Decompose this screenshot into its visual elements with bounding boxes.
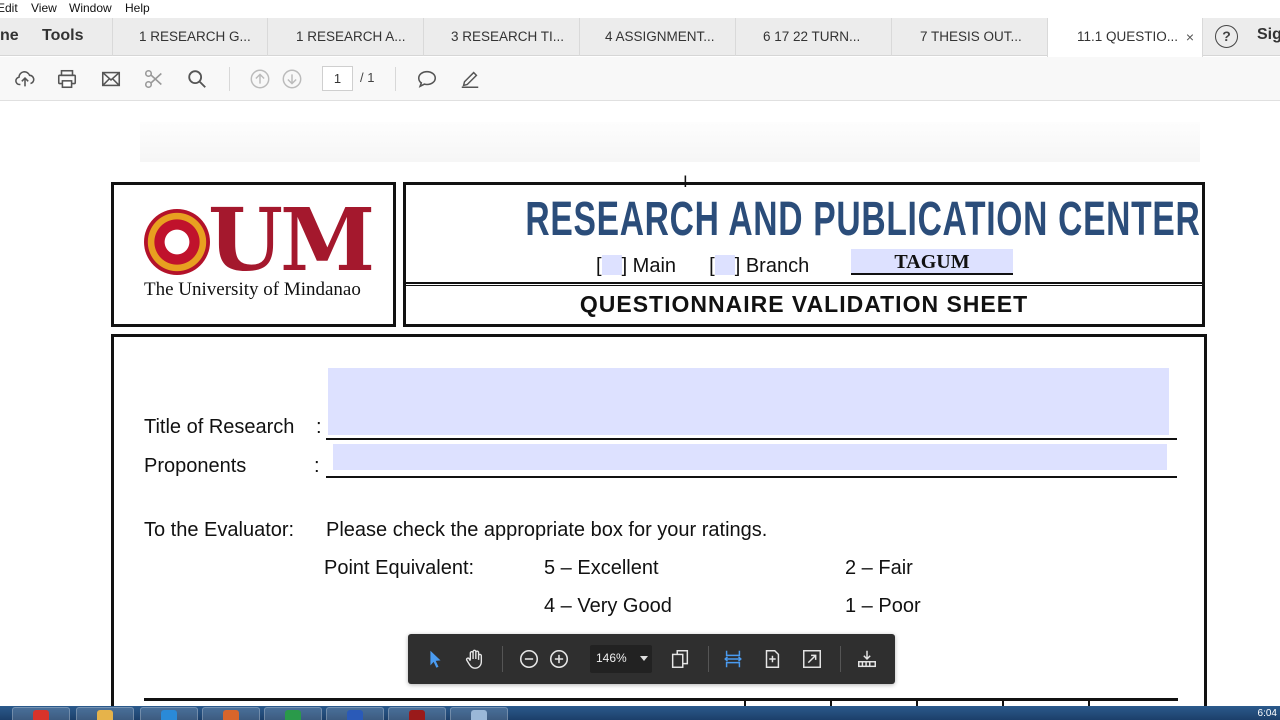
upload-icon[interactable] [12,66,38,92]
sheet-title: QUESTIONNAIRE VALIDATION SHEET [579,291,1029,317]
nav-tools[interactable]: Tools [42,27,83,45]
comment-icon[interactable] [414,66,440,92]
mail-icon[interactable] [98,66,124,92]
page-down-icon[interactable] [279,66,305,92]
zoom-out-icon[interactable] [516,646,542,672]
powerpoint-taskbar-icon[interactable] [202,707,260,720]
point-equivalent-label: Point Equivalent: [324,557,475,579]
app-taskbar-icon[interactable] [450,707,508,720]
zoom-in-icon[interactable] [546,646,572,672]
tab-document[interactable]: 6 17 22 TURN... [735,18,891,56]
proponents-field[interactable] [333,444,1167,470]
windows-taskbar: 6:04 [0,706,1280,720]
tab-label: 6 17 22 TURN... [763,29,861,44]
menu-window[interactable]: Window [69,1,112,15]
word-taskbar-icon[interactable] [326,707,384,720]
fit-width-icon[interactable] [720,646,746,672]
explorer-taskbar-icon[interactable] [76,707,134,720]
tab-document[interactable]: 1 RESEARCH A... [267,18,423,56]
campus-row: [] Main [] Branch [596,255,809,278]
tab-document[interactable]: 4 ASSIGNMENT... [579,18,735,56]
hand-icon[interactable] [461,646,487,672]
title-of-research-label: Title of Research [144,416,295,438]
title-underline [326,438,1177,440]
university-name: The University of Mindanao [144,279,361,300]
toolbar-divider [708,646,709,672]
tab-label: 1 RESEARCH G... [139,29,251,44]
tab-label: 7 THESIS OUT... [920,29,1022,44]
header-divider [406,282,1202,286]
center-title: RESEARCH AND PUBLICATION CENTER [525,193,1201,246]
help-icon[interactable]: ? [1215,25,1238,48]
tab-label: 11.1 QUESTIO... [1077,29,1179,44]
tab-label: 1 RESEARCH A... [296,29,406,44]
menu-view[interactable]: View [31,1,57,15]
tab-document[interactable]: 7 THESIS OUT... [891,18,1047,56]
nav-home[interactable]: ne [0,27,19,45]
rating-poor: 1 – Poor [845,595,921,617]
close-icon[interactable]: × [1186,18,1194,56]
tab-label: 3 RESEARCH TI... [451,29,565,44]
scissors-icon[interactable] [141,66,167,92]
tab-bar: ne Tools 1 RESEARCH G... 1 RESEARCH A...… [0,18,1280,57]
sign-in-link[interactable]: Sig [1257,26,1280,44]
tab-label: 4 ASSIGNMENT... [605,29,715,44]
rotate-pages-icon[interactable] [667,646,693,672]
chevron-down-icon [640,656,648,661]
evaluator-instruction: Please check the appropriate box for you… [326,519,768,541]
fullscreen-icon[interactable] [799,646,825,672]
ratings-table-top [144,698,1178,706]
branch-checkbox[interactable] [714,255,735,275]
proponents-underline [326,476,1177,478]
tab-active-document[interactable]: 11.1 QUESTIO... × [1047,18,1203,57]
proponents-label: Proponents [144,455,247,477]
menu-bar: Edit View Window Help [0,0,1280,17]
tab-document[interactable]: 3 RESEARCH TI... [423,18,579,56]
page-up-icon[interactable] [247,66,273,92]
menu-edit[interactable]: Edit [0,1,18,15]
search-icon[interactable] [184,66,210,92]
branch-label: ] Branch [734,255,810,277]
main-checkbox[interactable] [601,255,622,275]
branch-name-field[interactable]: TAGUM [851,249,1013,275]
taskbar-clock: 6:04 [1257,708,1277,719]
colon: : [314,455,320,477]
pen-icon[interactable] [457,66,483,92]
page-number-input[interactable]: 1 [322,66,353,91]
read-mode-icon[interactable] [854,646,880,672]
title-of-research-field[interactable] [328,368,1169,435]
main-label: ] Main [621,255,677,277]
acrobat-taskbar-icon[interactable] [388,707,446,720]
toolbar-divider [229,67,230,91]
document-header-shade [140,122,1200,162]
um-logo-text: UM [208,190,375,291]
rating-fair: 2 – Fair [845,557,913,579]
university-seal-icon [144,209,210,275]
rating-very-good: 4 – Very Good [544,595,672,617]
toolbar-divider [502,646,503,672]
header-box: RESEARCH AND PUBLICATION CENTER [] Main … [403,182,1205,327]
excel-taskbar-icon[interactable] [264,707,322,720]
zoom-value: 146% [596,651,627,665]
fit-page-icon[interactable] [759,646,785,672]
floating-zoom-toolbar: 146% [408,634,895,684]
toolbar-divider [840,646,841,672]
text-cursor-icon: I [683,172,688,191]
colon: : [316,416,322,438]
tab-document[interactable]: 1 RESEARCH G... [112,18,267,56]
menu-help[interactable]: Help [125,1,150,15]
zoom-dropdown[interactable]: 146% [590,645,652,673]
select-arrow-icon[interactable] [422,646,448,672]
toolbar-divider [395,67,396,91]
print-icon[interactable] [54,66,80,92]
rating-excellent: 5 – Excellent [544,557,659,579]
chrome-taskbar-icon[interactable] [12,707,70,720]
university-logo-box: UM The University of Mindanao [111,182,396,327]
evaluator-label: To the Evaluator: [144,519,295,541]
page-total: / 1 [360,70,375,85]
toolbar [0,57,1280,101]
browser-taskbar-icon[interactable] [140,707,198,720]
